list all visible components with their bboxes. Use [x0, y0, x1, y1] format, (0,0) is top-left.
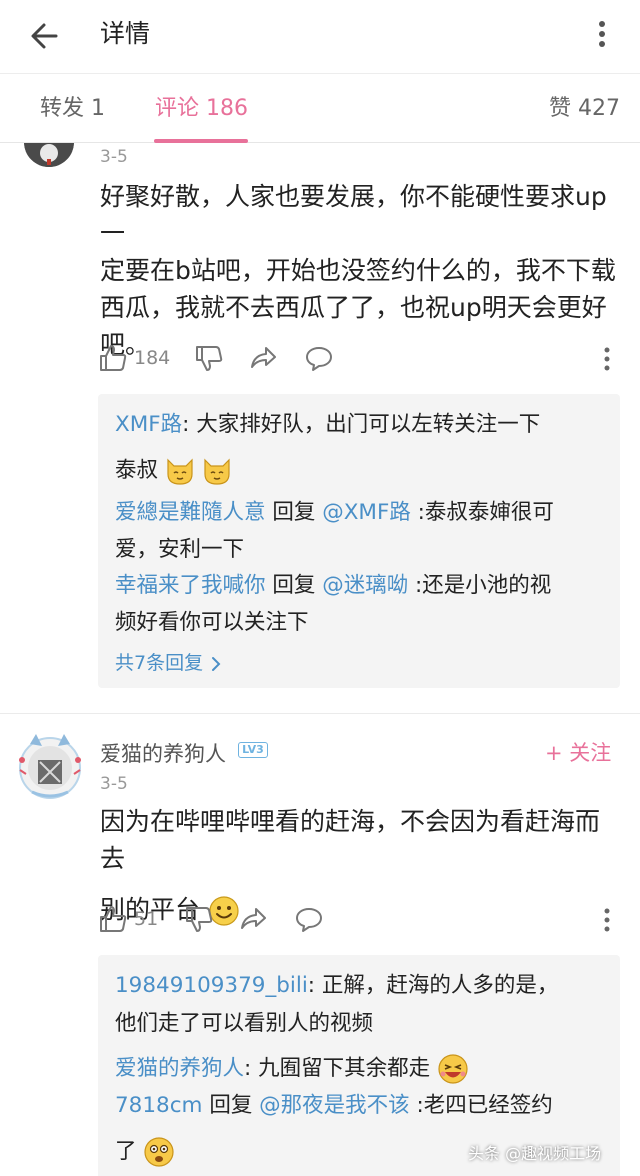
tab-forward[interactable]: 转发 1: [40, 95, 105, 123]
cat-emoji-icon: [167, 458, 193, 485]
reply-item: XMF路: 大家排好队，出门可以左转关注一下: [115, 412, 541, 437]
reply-item-continued: 频好看你可以关注下: [115, 610, 309, 635]
avatar[interactable]: [24, 143, 74, 167]
tab-bar: 转发 1 评论 186 赞 427: [0, 75, 640, 143]
page-title: 详情: [100, 19, 151, 48]
comment-date: 3-5: [100, 774, 128, 794]
reply-username[interactable]: 幸福来了我喊你: [115, 573, 266, 598]
top-bar: 详情: [0, 0, 640, 74]
tab-comments[interactable]: 评论 186: [155, 95, 248, 123]
reply-item-continued: 爱，安利一下: [115, 537, 245, 562]
reply-target[interactable]: @XMF路: [322, 500, 411, 525]
comment-actions: 51: [98, 904, 620, 938]
follow-button[interactable]: + 关注: [545, 737, 611, 767]
active-tab-indicator: [154, 139, 248, 143]
comment-date: 3-5: [100, 147, 128, 167]
reply-item: 19849109379_bili: 正解，赶海的人多的是，: [115, 973, 559, 998]
back-arrow-icon[interactable]: [26, 18, 66, 54]
comment-text: 好聚好散，人家也要发展，你不能硬性要求up一 定要在b站吧，开始也没签约什么的，…: [100, 178, 620, 363]
comment-line: 西瓜，我就不去西瓜了了，也祝up明天会更好: [100, 293, 607, 322]
reply-username[interactable]: XMF路: [115, 412, 182, 437]
comment-divider: [0, 713, 640, 714]
reply-item-continued: 他们走了可以看别人的视频: [115, 1011, 374, 1036]
like-count: 51: [134, 908, 159, 930]
shocked-emoji-icon: [144, 1137, 174, 1167]
thumb-down-icon[interactable]: [184, 904, 214, 934]
share-icon[interactable]: [248, 343, 278, 373]
thumb-up-icon[interactable]: [98, 904, 128, 934]
comment-username[interactable]: 爱猫的养狗人: [100, 738, 226, 768]
reply-item: 幸福来了我喊你 回复 @迷璃呦 :还是小池的视: [115, 573, 552, 598]
avatar[interactable]: [14, 730, 86, 802]
reply-target[interactable]: @迷璃呦: [322, 573, 408, 598]
comment-line: 因为在哔哩哔哩看的赶海，不会因为看赶海而去: [100, 807, 601, 873]
reply-item-continued: 泰叔: [115, 456, 605, 486]
more-vertical-icon[interactable]: [602, 345, 612, 373]
reply-target[interactable]: @那夜是我不该: [259, 1093, 410, 1118]
reply-username[interactable]: 19849109379_bili: [115, 973, 308, 998]
reply-item: 爱猫的养狗人: 九囿留下其余都走: [115, 1053, 605, 1085]
chevron-right-icon: [212, 656, 221, 671]
like-count: 184: [134, 347, 171, 369]
more-vertical-icon[interactable]: [602, 906, 612, 934]
reply-username[interactable]: 7818cm: [115, 1093, 202, 1118]
reply-preview-box[interactable]: XMF路: 大家排好队，出门可以左转关注一下 泰叔 爱總是難隨人意 回复 @XM…: [98, 394, 620, 688]
tab-likes[interactable]: 赞 427: [549, 95, 620, 123]
thumb-down-icon[interactable]: [194, 343, 224, 373]
reply-username[interactable]: 爱總是難隨人意: [115, 500, 266, 525]
laugh-emoji-icon: [438, 1054, 468, 1084]
level-badge: LV3: [238, 742, 268, 758]
share-icon[interactable]: [238, 904, 268, 934]
comment-actions: 184: [98, 343, 620, 377]
comment-icon[interactable]: [294, 904, 324, 934]
view-all-replies-link[interactable]: 共7条回复: [115, 648, 223, 675]
cat-emoji-icon: [204, 458, 230, 485]
reply-item: 爱總是難隨人意 回复 @XMF路 :泰叔泰婶很可: [115, 500, 554, 525]
watermark: 头条 @趣视频工场: [468, 1144, 602, 1163]
comment-icon[interactable]: [304, 343, 334, 373]
more-vertical-icon[interactable]: [588, 16, 616, 52]
reply-item: 7818cm 回复 @那夜是我不该 :老四已经签约: [115, 1093, 553, 1118]
comment-line: 定要在b站吧，开始也没签约什么的，我不下载: [100, 256, 616, 285]
thumb-up-icon[interactable]: [98, 343, 128, 373]
reply-username[interactable]: 爱猫的养狗人: [115, 1056, 244, 1081]
comment-line: 好聚好散，人家也要发展，你不能硬性要求up一: [100, 182, 607, 248]
